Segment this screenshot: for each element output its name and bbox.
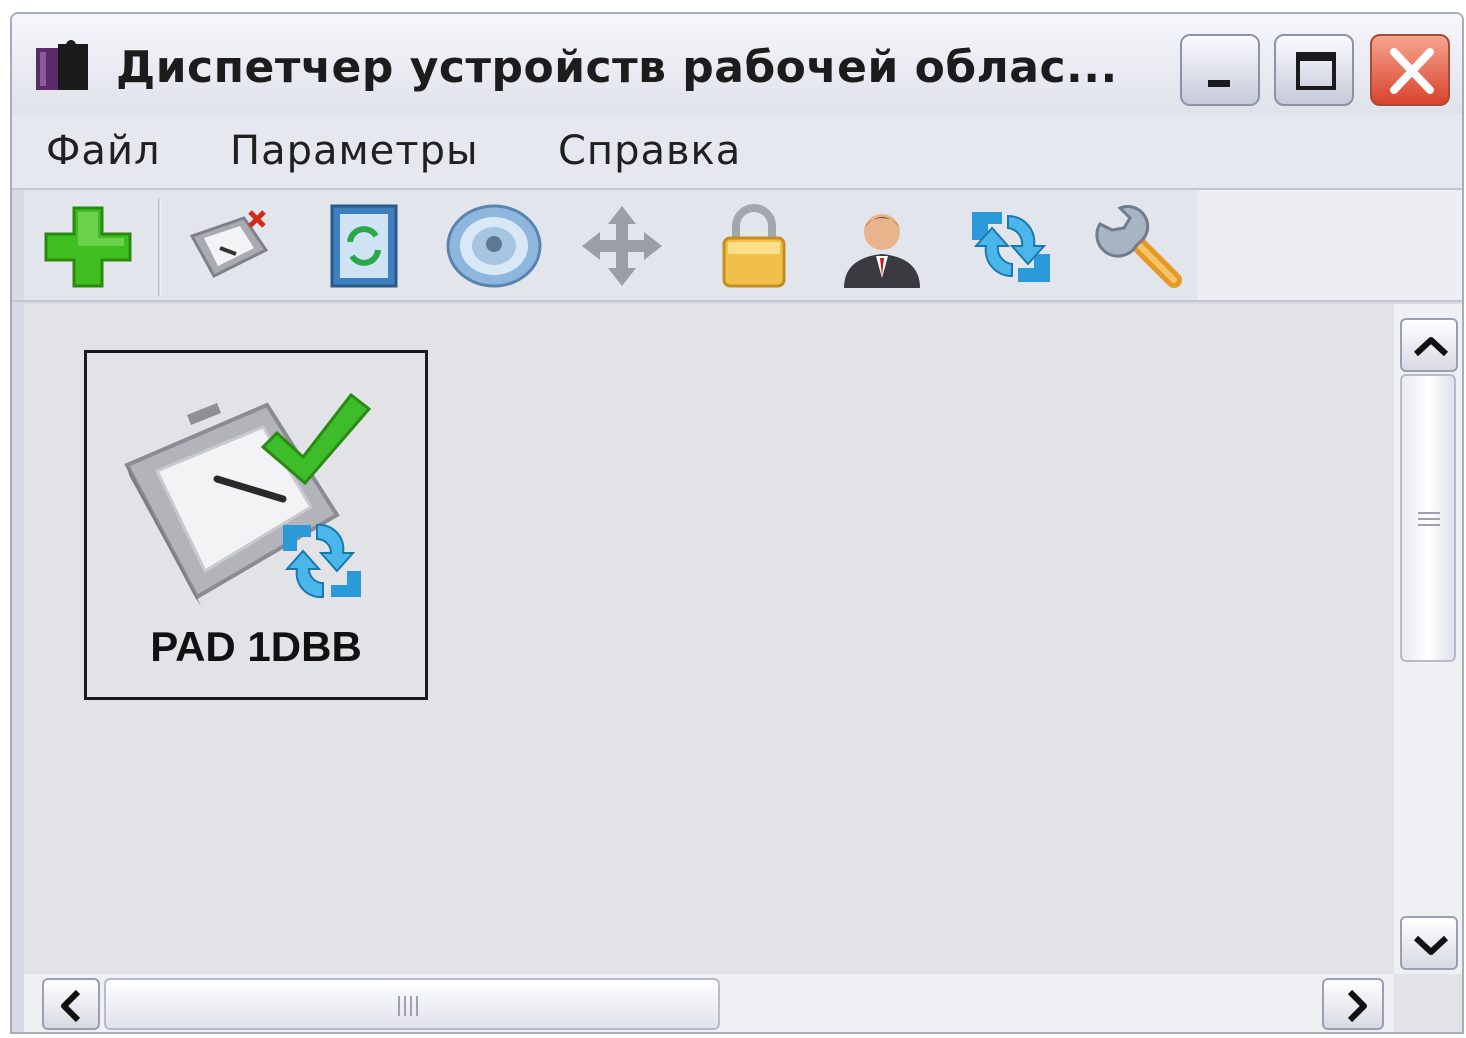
minimize-button[interactable] [1180,34,1260,106]
scroll-right-button[interactable] [1322,978,1384,1030]
device-list-area: PAD 1DBB [24,304,1394,974]
thumb-grip [398,996,400,1016]
toolbar-empty-area [1198,190,1462,300]
window-title: Диспетчер устройств рабочей облас... [116,42,1118,93]
minimize-icon [1208,80,1230,87]
move-button[interactable] [570,202,674,290]
device-tile[interactable]: PAD 1DBB [84,350,428,700]
thumb-grip [1418,524,1440,526]
thumb-grip [1418,518,1440,520]
chevron-up-icon [1413,337,1449,357]
toolbar-separator [158,198,161,296]
vertical-scroll-thumb[interactable] [1400,374,1456,662]
thumb-grip [416,996,418,1016]
lock-icon [722,204,786,288]
refresh-device-icon [330,204,398,288]
horizontal-scrollbar[interactable] [24,974,1394,1032]
remove-device-button[interactable] [174,202,278,290]
sync-icon [283,523,361,599]
horizontal-scroll-thumb[interactable] [104,978,720,1030]
tablet-device-icon [124,392,372,607]
menu-bar: Файл Параметры Справка [12,114,1462,190]
maximize-icon [1296,52,1336,90]
toolbar [24,190,1198,300]
device-label: PAD 1DBB [150,623,362,670]
thumb-grip [404,996,406,1016]
app-icon [36,40,88,90]
menu-file[interactable]: Файл [46,126,161,176]
user-icon [844,214,920,288]
user-button[interactable] [830,202,934,290]
title-bar[interactable]: Диспетчер устройств рабочей облас... [12,14,1462,115]
thumb-grip [410,996,412,1016]
sync-button[interactable] [958,202,1062,290]
scrollbar-corner [1394,974,1462,1032]
toolbar-divider [12,300,1462,302]
scroll-down-button[interactable] [1400,916,1458,970]
move-icon [582,206,662,286]
chevron-left-icon [61,989,81,1023]
speaker-button[interactable] [438,202,542,290]
chevron-right-icon [1347,989,1367,1023]
vertical-scrollbar[interactable] [1394,304,1462,974]
device-manager-window: Диспетчер устройств рабочей облас... Фай… [10,12,1464,1034]
menu-help[interactable]: Справка [558,126,741,176]
thumb-grip [1418,512,1440,514]
maximize-button[interactable] [1274,34,1354,106]
chevron-down-icon [1413,935,1449,955]
sync-icon [972,212,1050,282]
scroll-left-button[interactable] [42,978,100,1030]
scroll-up-button[interactable] [1400,318,1458,372]
settings-button[interactable] [1086,202,1190,290]
close-icon [1390,48,1434,94]
speaker-icon [446,204,542,288]
add-icon [44,206,132,288]
add-device-button[interactable] [38,202,142,290]
close-button[interactable] [1370,34,1450,106]
settings-wrench-icon [1095,204,1182,288]
lock-button[interactable] [702,202,806,290]
remove-device-icon [189,210,269,278]
menu-parameters[interactable]: Параметры [230,126,479,176]
refresh-device-button[interactable] [310,202,414,290]
